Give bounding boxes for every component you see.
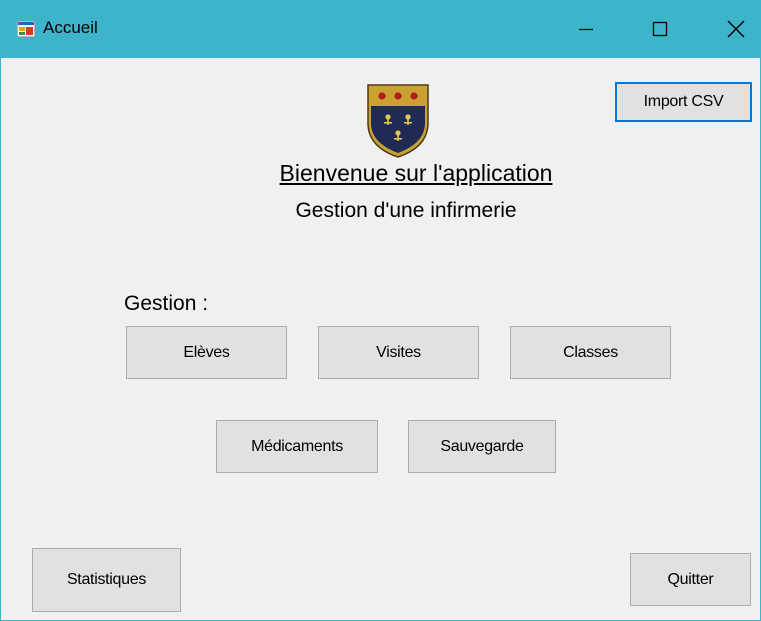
welcome-title: Bienvenue sur l'application <box>279 160 553 186</box>
medicaments-button[interactable]: Médicaments <box>216 420 378 473</box>
sauvegarde-button[interactable]: Sauvegarde <box>408 420 556 473</box>
minimize-icon <box>579 28 593 31</box>
import-csv-button[interactable]: Import CSV <box>615 82 752 122</box>
app-icon <box>17 21 35 37</box>
main-window: Accueil Import CSV Bienvenue sur l'appli… <box>0 0 761 621</box>
crest-logo <box>367 84 429 158</box>
visites-button[interactable]: Visites <box>318 326 479 379</box>
window-title: Accueil <box>43 18 98 37</box>
minimize-button[interactable] <box>558 0 614 58</box>
title-bar[interactable]: Accueil <box>1 0 760 58</box>
close-button[interactable] <box>708 0 760 58</box>
statistiques-button[interactable]: Statistiques <box>32 548 181 612</box>
eleves-button[interactable]: Elèves <box>126 326 287 379</box>
quitter-button[interactable]: Quitter <box>630 553 751 606</box>
maximize-icon <box>652 21 668 37</box>
maximize-button[interactable] <box>632 0 688 58</box>
gestion-label: Gestion : <box>124 292 209 315</box>
subtitle: Gestion d'une infirmerie <box>295 199 517 222</box>
close-icon <box>727 20 745 38</box>
classes-button[interactable]: Classes <box>510 326 671 379</box>
